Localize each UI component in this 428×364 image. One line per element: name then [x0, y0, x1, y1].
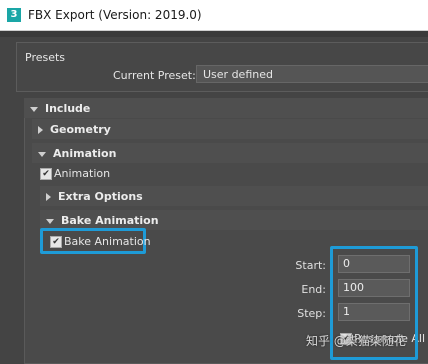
extra-options-label: Extra Options: [58, 190, 143, 203]
include-header-label: Include: [45, 102, 91, 115]
app-icon: 3: [7, 8, 21, 22]
geometry-header[interactable]: Geometry: [38, 123, 111, 136]
step-label: Step:: [297, 307, 326, 320]
bake-animation-checkbox[interactable]: ✔: [50, 236, 62, 248]
end-label: End:: [301, 283, 326, 296]
collapse-triangle-icon: [30, 106, 38, 112]
window-title: FBX Export (Version: 2019.0): [28, 8, 202, 22]
bake-animation-header[interactable]: Bake Animation: [46, 214, 159, 227]
expand-triangle-icon: [38, 126, 43, 134]
animation-checkbox[interactable]: ✔: [40, 168, 52, 180]
collapse-triangle-icon: [38, 151, 46, 157]
presets-panel: Presets Current Preset: User defined: [16, 42, 428, 92]
include-header[interactable]: Include: [30, 102, 90, 115]
watermark-text: 知乎 @柒猫柒随花: [306, 334, 406, 348]
bake-animation-checkbox-label: Bake Animation: [64, 235, 151, 248]
geometry-header-label: Geometry: [50, 123, 111, 136]
presets-title: Presets: [25, 51, 66, 64]
animation-checkbox-label: Animation: [54, 167, 111, 180]
start-label: Start:: [295, 259, 326, 272]
collapse-triangle-icon: [46, 218, 54, 224]
title-separator: [0, 31, 428, 37]
animation-header[interactable]: Animation: [38, 147, 116, 160]
animation-header-label: Animation: [53, 147, 117, 160]
extra-options-header[interactable]: Extra Options: [46, 190, 143, 203]
bake-animation-header-label: Bake Animation: [61, 214, 159, 227]
title-bar: 3 FBX Export (Version: 2019.0): [0, 0, 428, 31]
expand-triangle-icon: [46, 193, 51, 201]
current-preset-label: Current Preset:: [113, 69, 196, 82]
current-preset-dropdown[interactable]: User defined: [196, 65, 428, 83]
